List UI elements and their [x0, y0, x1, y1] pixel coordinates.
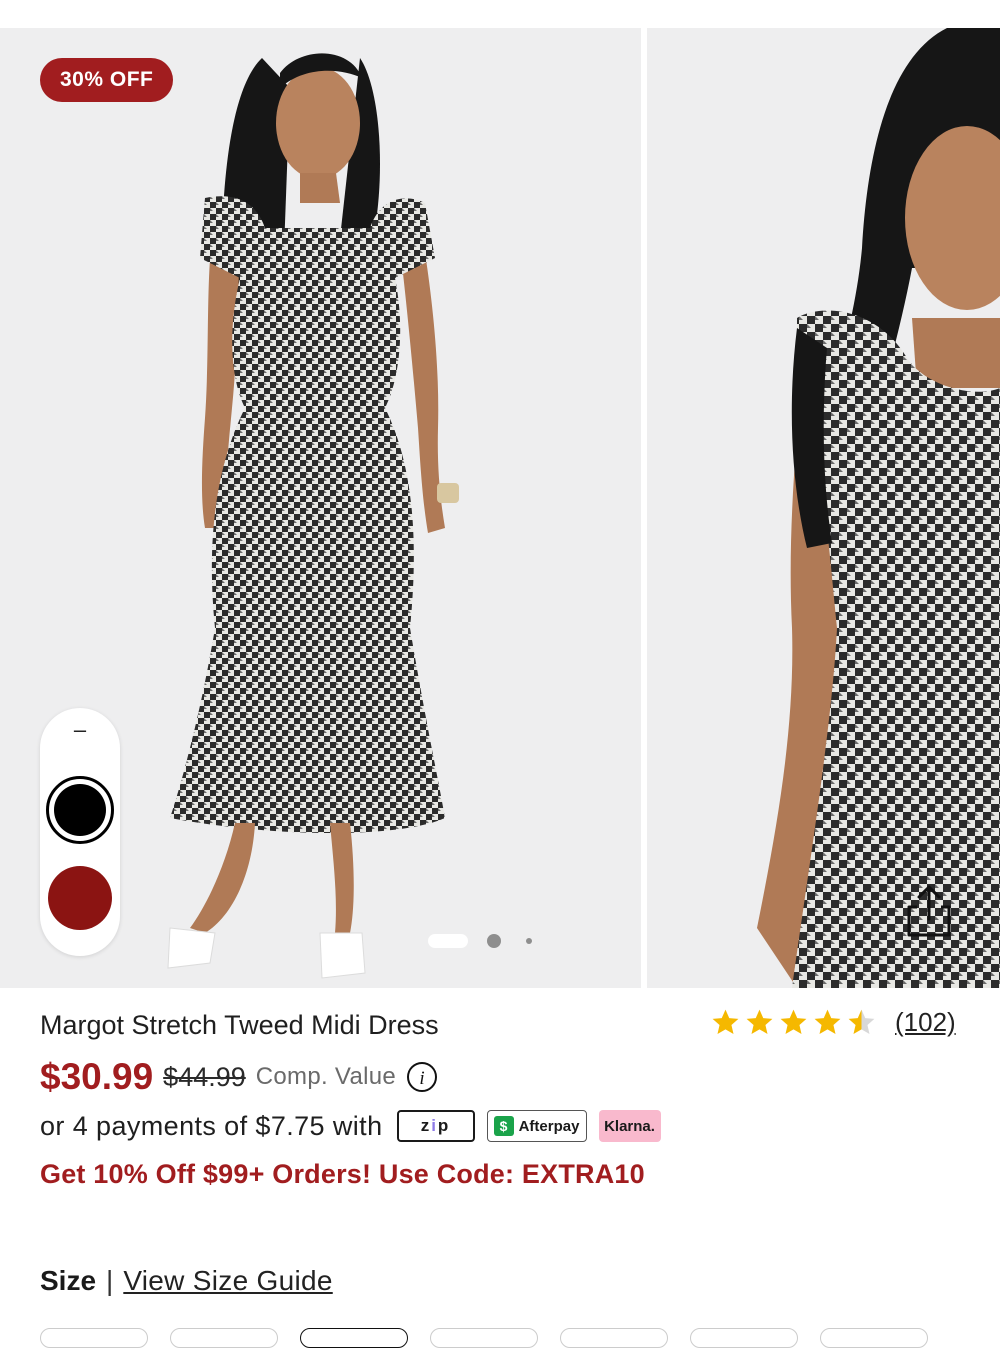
- size-option[interactable]: [560, 1328, 668, 1348]
- product-image-gallery[interactable]: 30% OFF –: [0, 28, 1000, 988]
- afterpay-logo[interactable]: $ Afterpay: [486, 1110, 587, 1142]
- klarna-logo[interactable]: Klarna.: [598, 1110, 661, 1142]
- zip-logo[interactable]: zip: [396, 1110, 475, 1142]
- original-price: $44.99: [163, 1061, 246, 1092]
- size-header: Size | View Size Guide: [40, 1265, 333, 1297]
- installments-row: or 4 payments of $7.75 with zip $ Afterp…: [40, 1110, 661, 1142]
- share-icon[interactable]: [901, 883, 957, 939]
- collapse-swatches-button[interactable]: –: [40, 708, 120, 758]
- discount-badge: 30% OFF: [40, 58, 174, 102]
- pagination-dot[interactable]: [487, 934, 501, 948]
- rating-stars: [710, 1007, 877, 1038]
- svg-text:i: i: [419, 1068, 424, 1089]
- afterpay-icon: $: [493, 1116, 514, 1136]
- color-swatch-red[interactable]: [48, 866, 112, 930]
- size-label: Size: [40, 1265, 97, 1296]
- color-swatch-black[interactable]: [46, 776, 114, 844]
- color-swatch-panel: –: [40, 708, 120, 956]
- size-option[interactable]: [300, 1328, 408, 1348]
- review-count-link[interactable]: (102): [895, 1007, 956, 1038]
- star-half-icon: [848, 1009, 875, 1034]
- model-photo-closeup: [647, 28, 1000, 988]
- pagination-dot[interactable]: [526, 938, 532, 944]
- info-icon[interactable]: i: [406, 1061, 438, 1093]
- product-image-front[interactable]: 30% OFF –: [0, 28, 641, 988]
- product-rating[interactable]: (102): [710, 1007, 956, 1038]
- promo-message: Get 10% Off $99+ Orders! Use Code: EXTRA…: [40, 1159, 645, 1189]
- pagination-dot-active[interactable]: [428, 934, 468, 948]
- price-row: $30.99 $44.99 Comp. Value i: [40, 1056, 438, 1098]
- size-option[interactable]: [690, 1328, 798, 1348]
- size-option[interactable]: [430, 1328, 538, 1348]
- view-size-guide-link[interactable]: View Size Guide: [123, 1265, 332, 1297]
- size-option[interactable]: [170, 1328, 278, 1348]
- size-option[interactable]: [40, 1328, 148, 1348]
- size-separator: |: [106, 1265, 114, 1296]
- star-full-icon: [780, 1009, 807, 1034]
- sale-price: $30.99: [40, 1056, 154, 1097]
- product-title: Margot Stretch Tweed Midi Dress: [40, 1010, 439, 1040]
- product-image-closeup[interactable]: [647, 28, 1000, 988]
- star-full-icon: [814, 1009, 841, 1034]
- installments-text: or 4 payments of $7.75 with: [40, 1110, 383, 1141]
- star-full-icon: [712, 1009, 739, 1034]
- star-full-icon: [746, 1009, 773, 1034]
- comp-value-label: Comp. Value: [255, 1063, 397, 1090]
- size-option[interactable]: [820, 1328, 928, 1348]
